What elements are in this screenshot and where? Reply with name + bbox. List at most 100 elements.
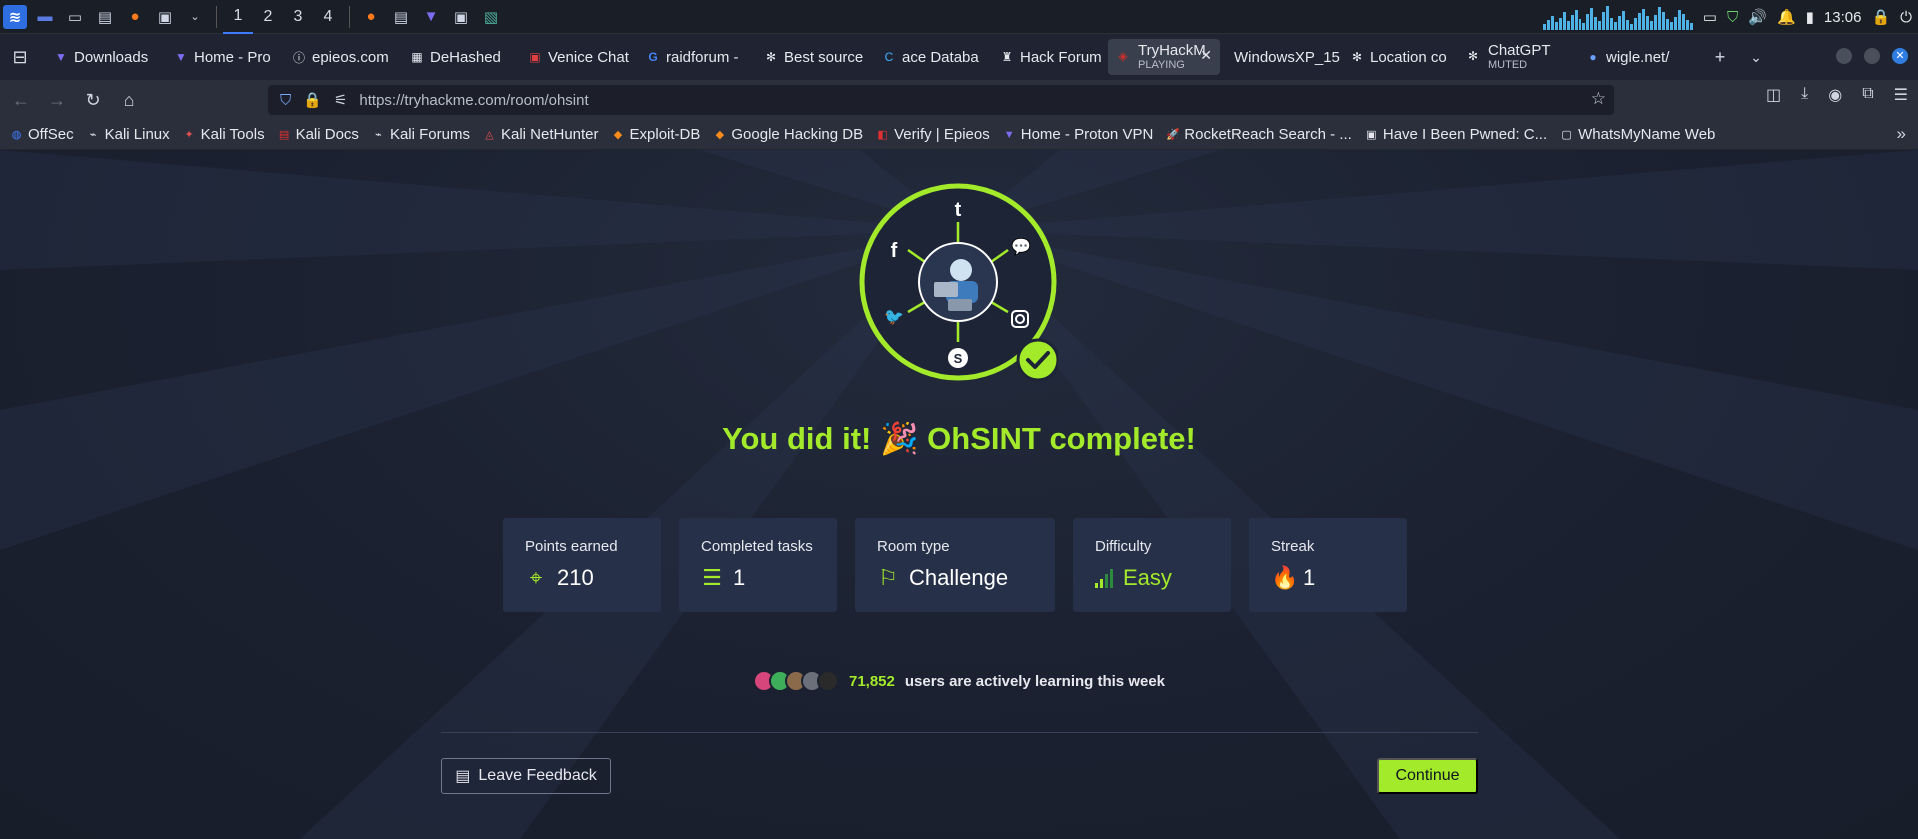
tracking-protection-shield-icon[interactable]: ⛉ — [280, 92, 291, 109]
graph-bar — [1626, 20, 1630, 30]
chevron-down-icon[interactable]: ⌄ — [183, 5, 207, 29]
power-icon[interactable]: ⏻ — [1900, 9, 1912, 26]
bookmark-rocketreach[interactable]: 🚀 RocketReach Search - ... — [1166, 126, 1352, 143]
tab-tryhackme[interactable]: TryHackM PLAYING ◈ ✕ — [1108, 39, 1220, 75]
tab-raidforum[interactable]: Graidforum - — [636, 39, 754, 75]
permissions-icon[interactable]: ⚟ — [334, 91, 347, 109]
continue-button[interactable]: Continue — [1377, 758, 1478, 794]
bookmark-offsec[interactable]: ◍ OffSec — [10, 126, 74, 143]
tab-overflow-chevron-icon[interactable]: ⌄ — [1742, 43, 1770, 71]
bookmark-hibp[interactable]: ▣ Have I Been Pwned: C... — [1365, 126, 1547, 143]
reload-button[interactable]: ↻ — [78, 85, 108, 115]
workspace-1[interactable]: 1 — [223, 0, 253, 34]
close-window-button[interactable]: ✕ — [1892, 48, 1908, 64]
tab-epieos[interactable]: ⓘ epieos.com — [282, 39, 400, 75]
learner-text: users are actively learning this week — [904, 672, 1166, 690]
terminal-icon[interactable]: ▣ — [153, 5, 177, 29]
workspace-3[interactable]: 3 — [283, 0, 313, 34]
tab-label: DeHashed — [430, 48, 501, 66]
display-icon[interactable]: ▭ — [1703, 8, 1717, 26]
monitor-window-icon[interactable]: ▧ — [479, 5, 503, 29]
graph-bar — [1582, 23, 1586, 30]
nethunter-icon: ◬ — [485, 129, 494, 141]
address-bar[interactable]: ⛉ 🔒 ⚟ https://tryhackme.com/room/ohsint … — [268, 85, 1614, 115]
tab-downloads[interactable]: ▼ Downloads — [44, 39, 164, 75]
kali-tools-icon: ✦ — [184, 129, 194, 141]
leave-feedback-button[interactable]: ▤ Leave Feedback — [441, 758, 611, 794]
graph-bar — [1649, 21, 1653, 30]
file-manager-icon[interactable]: ▭ — [63, 5, 87, 29]
graph-bar — [1550, 16, 1554, 30]
document-window-icon[interactable]: ▤ — [389, 5, 413, 29]
bookmark-kali-nethunter[interactable]: ◬ Kali NetHunter — [483, 126, 598, 143]
bookmark-proton-vpn[interactable]: ▼ Home - Proton VPN — [1003, 126, 1154, 143]
bookmark-verify-epieos[interactable]: ◧ Verify | Epieos — [876, 126, 989, 143]
tab-hack-forum[interactable]: ♜ Hack Forum — [990, 39, 1108, 75]
battery-icon[interactable]: ▮ — [1806, 8, 1814, 26]
graph-bar — [1681, 14, 1685, 30]
terminal-window-icon[interactable]: ▣ — [449, 5, 473, 29]
facebook-icon: f — [891, 240, 898, 262]
back-button[interactable]: ← — [6, 85, 36, 115]
firefox-icon[interactable]: ● — [123, 5, 147, 29]
workspace-2[interactable]: 2 — [253, 0, 283, 34]
tab-wigle[interactable]: ● wigle.net/ — [1576, 39, 1694, 75]
padlock-icon[interactable]: 🔒 — [303, 91, 322, 109]
downloads-icon[interactable]: ⤓ — [1801, 85, 1808, 105]
dehashed-icon: ▦ — [411, 50, 423, 64]
tab-windowsxp[interactable]: WindowsXP_15 — [1220, 39, 1340, 75]
tab-chatgpt[interactable]: ChatGPT MUTED ✻ — [1458, 39, 1576, 75]
clock[interactable]: 13:06 — [1824, 9, 1862, 26]
bookmark-kali-forums[interactable]: ⌁ Kali Forums — [372, 126, 470, 143]
new-tab-button[interactable]: + — [1706, 43, 1734, 71]
kali-menu-icon[interactable]: ≋ — [3, 4, 27, 29]
bookmark-label: Home - Proton VPN — [1020, 126, 1154, 143]
minimize-button[interactable] — [1836, 48, 1852, 64]
text-editor-icon[interactable]: ▤ — [93, 5, 117, 29]
desktop-icon[interactable]: ▬ — [33, 5, 57, 29]
pocket-icon[interactable]: ◫ — [1766, 85, 1781, 105]
graph-bar — [1574, 10, 1578, 30]
bookmark-kali-docs[interactable]: ▤ Kali Docs — [278, 126, 359, 143]
tab-dehashed[interactable]: ▦ DeHashed — [400, 39, 518, 75]
graph-bar — [1554, 22, 1558, 30]
tab-label: Downloads — [74, 48, 149, 66]
bookmark-kali-tools[interactable]: ✦ Kali Tools — [183, 126, 265, 143]
extensions-icon[interactable]: ⧉ — [1862, 85, 1873, 105]
home-button[interactable]: ⌂ — [114, 85, 144, 115]
url-text[interactable]: https://tryhackme.com/room/ohsint — [359, 92, 588, 109]
maximize-button[interactable] — [1864, 48, 1880, 64]
proton-window-icon[interactable]: ▼ — [419, 5, 443, 29]
tab-ace-database[interactable]: Cace Databa — [872, 39, 990, 75]
bookmark-google-hacking-db[interactable]: ◆ Google Hacking DB — [713, 126, 863, 143]
vpn-shield-icon[interactable]: ⛉ — [1727, 9, 1738, 26]
learner-avatars — [752, 670, 839, 692]
lock-icon[interactable]: 🔒 — [1871, 8, 1890, 26]
tab-best-source[interactable]: ✻ Best source — [754, 39, 872, 75]
bookmark-kali-linux[interactable]: ⌁ Kali Linux — [87, 126, 170, 143]
forward-button[interactable]: → — [42, 85, 72, 115]
tab-location[interactable]: ✻ Location co — [1340, 39, 1458, 75]
tab-list-icon[interactable]: ⊟ — [6, 43, 34, 71]
openai-icon: ✻ — [1351, 50, 1363, 64]
tab-home-proton[interactable]: ▼ Home - Pro — [164, 39, 282, 75]
firefox-window-icon[interactable]: ● — [359, 5, 383, 29]
bookmark-star-icon[interactable]: ☆ — [1591, 89, 1606, 109]
bookmarks-overflow-icon[interactable]: » — [1897, 124, 1906, 144]
graph-bar — [1578, 19, 1582, 30]
menu-hamburger-icon[interactable]: ☰ — [1894, 85, 1908, 105]
graph-bar — [1677, 10, 1681, 30]
close-tab-icon[interactable]: ✕ — [1200, 47, 1212, 63]
learner-count: 71,852 — [848, 672, 895, 690]
account-icon[interactable]: ◉ — [1828, 85, 1842, 105]
skype-icon: S — [948, 348, 968, 368]
bookmark-exploit-db[interactable]: ◆ Exploit-DB — [612, 126, 701, 143]
tab-venice-chat[interactable]: ▣ Venice Chat — [518, 39, 636, 75]
notification-bell-icon[interactable]: 🔔 — [1777, 8, 1796, 26]
flag-icon: ⚐ — [878, 565, 898, 590]
volume-icon[interactable]: 🔊 — [1748, 8, 1767, 26]
bookmark-label: Kali Forums — [389, 126, 470, 143]
proton-vpn-icon: ▼ — [175, 50, 187, 64]
workspace-4[interactable]: 4 — [313, 0, 343, 34]
bookmark-whatsmyname[interactable]: ▢ WhatsMyName Web — [1560, 126, 1715, 143]
